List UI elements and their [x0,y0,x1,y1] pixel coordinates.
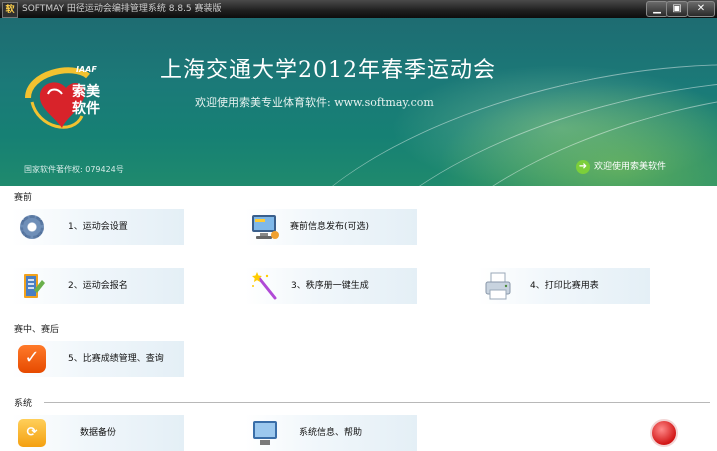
maximize-button[interactable]: ▣ [666,1,688,17]
swoosh-icon: ✓ [16,343,48,375]
section-divider [44,402,710,403]
backup-icon: ⟳ [16,417,48,449]
window-title: SOFTMAY 田径运动会编排管理系统 8.8.5 赛装版 [22,4,222,14]
welcome-link-label: 欢迎使用索美软件 [594,162,667,172]
tile-registration-label: 2、运动会报名 [68,281,128,291]
tile-program[interactable]: 3、秩序册一键生成 [245,268,417,304]
registration-icon [24,274,45,298]
tile-results[interactable]: ✓ 5、比赛成绩管理、查询 [12,341,184,377]
printer-icon [485,272,511,300]
green-arrow-icon: ➜ [576,160,590,174]
tile-sysinfo-label: 系统信息、帮助 [299,428,363,438]
system-info-icon [253,421,277,445]
close-button[interactable]: ✕ [687,1,715,17]
welcome-link[interactable]: ➜ 欢迎使用索美软件 [576,160,666,174]
tile-exit[interactable] [644,415,684,451]
app-icon[interactable]: 软 [2,2,18,18]
tile-results-label: 5、比赛成绩管理、查询 [68,354,164,364]
copyright-text: 国家软件著作权: 079424号 [24,165,124,174]
tile-registration[interactable]: 2、运动会报名 [12,268,184,304]
magic-wand-icon [252,272,277,300]
tile-setup-label: 1、运动会设置 [68,222,128,232]
tile-backup-label: 数据备份 [80,428,117,438]
tile-program-label: 3、秩序册一键生成 [291,281,369,291]
minimize-button[interactable]: ▁ [646,1,668,17]
section-label-system: 系统 [14,399,33,409]
tile-sysinfo[interactable]: 系统信息、帮助 [245,415,417,451]
logo-name: 索美软件 [72,84,100,117]
welcome-subtitle: 欢迎使用索美专业体育软件: www.softmay.com [195,96,434,109]
logo-iaaf-text: IAAF [76,65,97,74]
section-label-pre: 赛前 [14,193,33,203]
event-title: 上海交通大学2012年春季运动会 [160,58,496,83]
window-title-bar: 软 SOFTMAY 田径运动会编排管理系统 8.8.5 赛装版 ▁ ▣ ✕ [0,0,717,18]
tile-setup[interactable]: 1、运动会设置 [12,209,184,245]
tile-print-label: 4、打印比赛用表 [530,281,599,291]
gear-icon [16,211,48,243]
header-banner: IAAF 索美软件 上海交通大学2012年春季运动会 欢迎使用索美专业体育软件:… [0,18,717,186]
exit-icon [648,417,680,449]
tile-publish-label: 赛前信息发布(可选) [290,222,370,232]
monitor-icon [252,215,279,239]
tile-publish[interactable]: 赛前信息发布(可选) [245,209,417,245]
tile-backup[interactable]: ⟳ 数据备份 [12,415,184,451]
tile-print[interactable]: 4、打印比赛用表 [478,268,650,304]
section-label-during: 赛中、赛后 [14,325,60,335]
